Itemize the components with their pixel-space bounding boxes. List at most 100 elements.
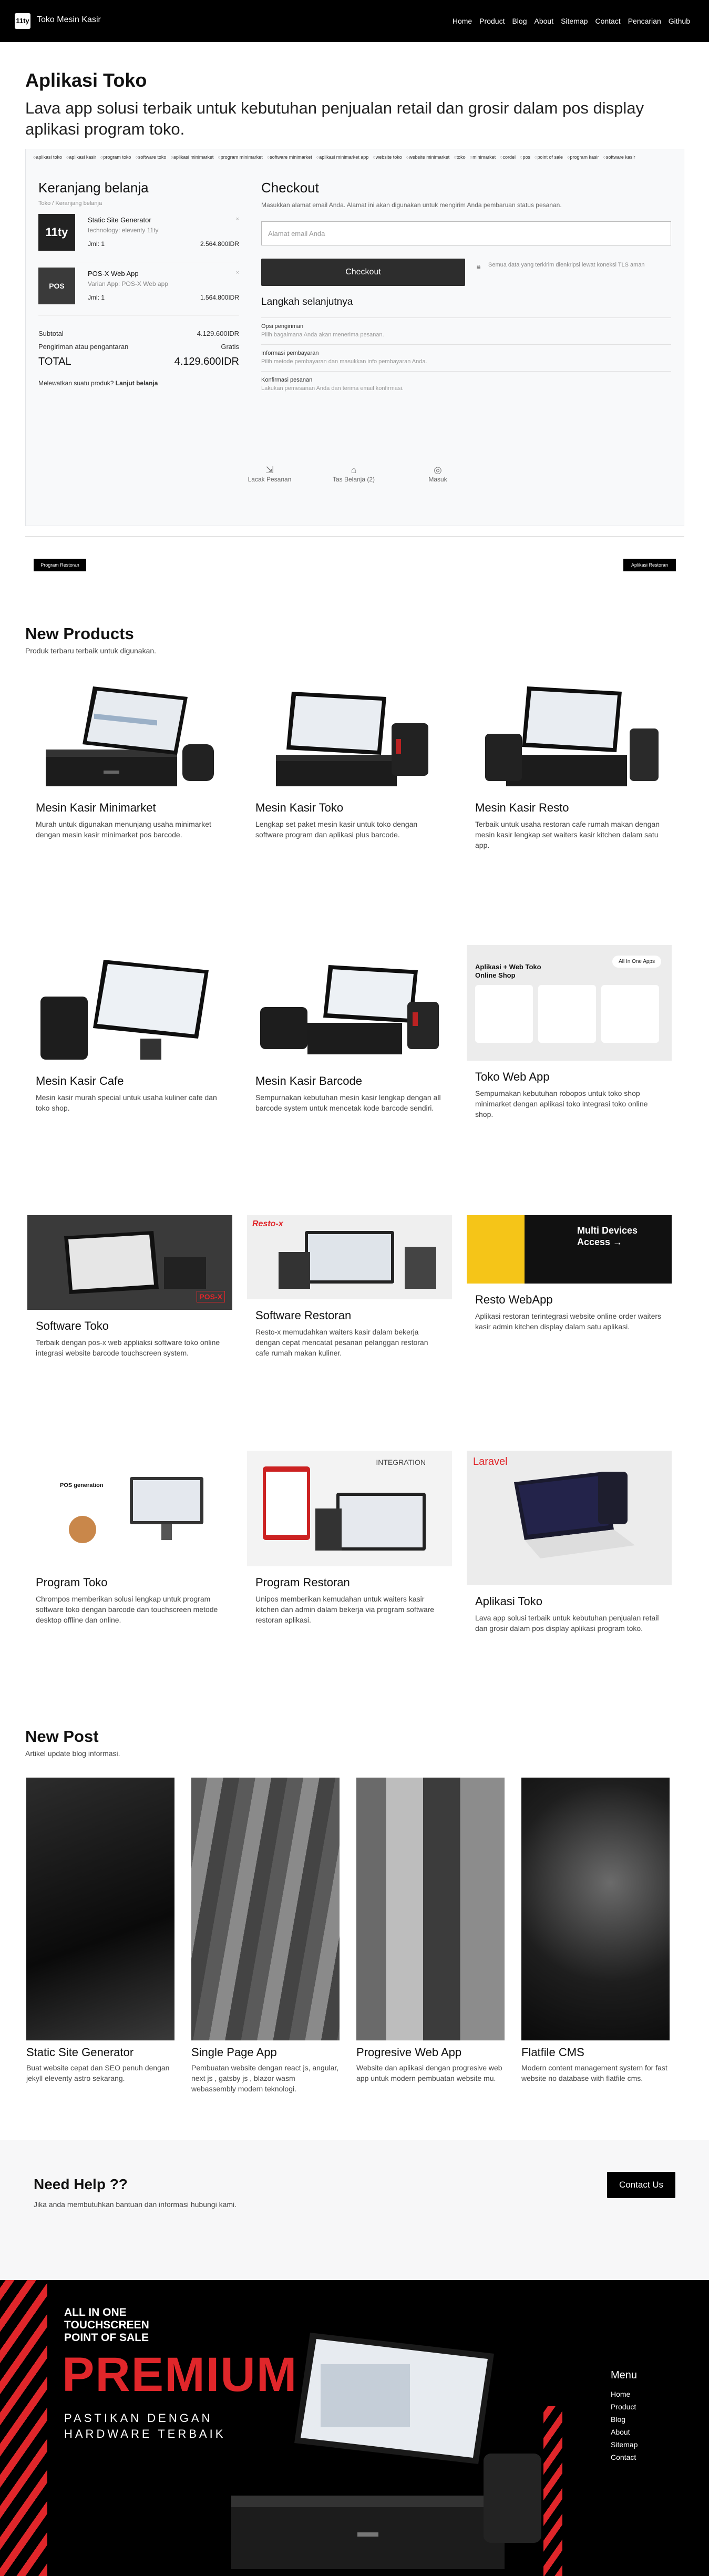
- tag[interactable]: program toko: [100, 155, 131, 160]
- product-name[interactable]: Software Toko: [36, 1319, 224, 1333]
- checkout-description: Masukkan alamat email Anda. Alamat ini a…: [261, 201, 562, 209]
- contact-us-button[interactable]: Contact Us: [607, 2172, 675, 2198]
- product-image[interactable]: [247, 676, 452, 792]
- product-name[interactable]: Mesin Kasir Resto: [475, 801, 663, 815]
- product-name[interactable]: Toko Web App: [475, 1070, 663, 1084]
- post-card[interactable]: Static Site Generator Buat website cepat…: [26, 1778, 174, 2084]
- login-link[interactable]: ◎ Masuk: [401, 465, 475, 483]
- nav-home[interactable]: Home: [453, 17, 472, 25]
- post-card[interactable]: Progresive Web App Website dan aplikasi …: [356, 1778, 505, 2084]
- nav-blog[interactable]: Blog: [512, 17, 527, 25]
- product-image[interactable]: POS generation: [27, 1451, 232, 1566]
- shopping-bag-link[interactable]: ⌂ Tas Belanja (2): [317, 465, 391, 483]
- product-card[interactable]: Aplikasi + Web Toko Online Shop All In O…: [467, 945, 672, 1120]
- product-name[interactable]: Mesin Kasir Toko: [255, 801, 444, 815]
- product-thumbnail[interactable]: POS: [38, 268, 75, 304]
- product-image[interactable]: POS-X: [27, 1215, 232, 1310]
- product-name[interactable]: Mesin Kasir Cafe: [36, 1074, 224, 1088]
- tag[interactable]: website minimarket: [406, 155, 449, 160]
- footer-link-product[interactable]: Product: [611, 2400, 638, 2413]
- nav-github[interactable]: Github: [669, 17, 690, 25]
- tag[interactable]: program kasir: [567, 155, 599, 160]
- post-image[interactable]: [521, 1778, 670, 2040]
- nav-pencarian[interactable]: Pencarian: [628, 17, 661, 25]
- aplikasi-restoran-button[interactable]: Aplikasi Restoran: [623, 559, 676, 571]
- product-name[interactable]: Program Toko: [36, 1576, 224, 1589]
- site-logo[interactable]: 11ty: [15, 13, 30, 29]
- nav-sitemap[interactable]: Sitemap: [561, 17, 588, 25]
- product-image[interactable]: Resto-x: [247, 1215, 452, 1299]
- tag[interactable]: software kasir: [603, 155, 635, 160]
- remove-item-button[interactable]: ×: [236, 270, 239, 276]
- quantity-select[interactable]: Jml: 1: [88, 294, 105, 301]
- tag[interactable]: aplikasi minimarket app: [316, 155, 368, 160]
- tag[interactable]: pos: [520, 155, 531, 160]
- remove-item-button[interactable]: ×: [236, 216, 239, 222]
- tag[interactable]: website toko: [373, 155, 402, 160]
- footer-link-sitemap[interactable]: Sitemap: [611, 2438, 638, 2451]
- product-card[interactable]: Mesin Kasir Resto Terbaik untuk usaha re…: [467, 676, 672, 850]
- nav-contact[interactable]: Contact: [595, 17, 620, 25]
- post-image[interactable]: [191, 1778, 340, 2040]
- product-name[interactable]: Resto WebApp: [475, 1293, 663, 1307]
- product-name[interactable]: Program Restoran: [255, 1576, 444, 1589]
- product-card[interactable]: Mesin Kasir Cafe Mesin kasir murah speci…: [27, 949, 232, 1113]
- product-image[interactable]: [247, 949, 452, 1065]
- product-image[interactable]: Aplikasi + Web Toko Online Shop All In O…: [467, 945, 672, 1061]
- email-field[interactable]: Alamat email Anda: [261, 221, 671, 245]
- tag[interactable]: aplikasi kasir: [66, 155, 96, 160]
- tag[interactable]: program minimarket: [218, 155, 263, 160]
- product-card[interactable]: POS-X Software Toko Terbaik dengan pos-x…: [27, 1215, 232, 1358]
- post-card[interactable]: Single Page App Pembuatan website dengan…: [191, 1778, 340, 2094]
- track-order-link[interactable]: ⇲ Lacak Pesanan: [233, 465, 306, 483]
- cart-item-name[interactable]: Static Site Generator: [88, 216, 151, 224]
- product-name[interactable]: Mesin Kasir Barcode: [255, 1074, 444, 1088]
- footer-link-home[interactable]: Home: [611, 2388, 638, 2400]
- product-card[interactable]: Mesin Kasir Barcode Sempurnakan kebutuha…: [247, 949, 452, 1113]
- footer-link-blog[interactable]: Blog: [611, 2413, 638, 2426]
- breadcrumb[interactable]: Toko / Keranjang belanja: [38, 200, 239, 207]
- product-image[interactable]: Multi Devices Access →: [467, 1215, 672, 1284]
- footer-link-contact[interactable]: Contact: [611, 2451, 638, 2464]
- program-restoran-button[interactable]: Program Restoran: [34, 559, 86, 571]
- product-image[interactable]: Laravel: [467, 1451, 672, 1585]
- tag[interactable]: minimarket: [470, 155, 496, 160]
- tag[interactable]: aplikasi toko: [33, 155, 62, 160]
- post-title[interactable]: Static Site Generator: [26, 2046, 174, 2059]
- product-name[interactable]: Aplikasi Toko: [475, 1595, 663, 1608]
- product-image[interactable]: INTEGRATION: [247, 1451, 452, 1566]
- tag[interactable]: point of sale: [535, 155, 563, 160]
- post-title[interactable]: Single Page App: [191, 2046, 340, 2059]
- product-name[interactable]: Mesin Kasir Minimarket: [36, 801, 224, 815]
- product-card[interactable]: Mesin Kasir Toko Lengkap set paket mesin…: [247, 676, 452, 840]
- site-brand[interactable]: Toko Mesin Kasir: [37, 15, 101, 25]
- product-image[interactable]: [27, 949, 232, 1065]
- product-name[interactable]: Software Restoran: [255, 1309, 444, 1322]
- product-card[interactable]: Mesin Kasir Minimarket Murah untuk digun…: [27, 676, 232, 840]
- post-image[interactable]: [26, 1778, 174, 2040]
- quantity-select[interactable]: Jml: 1: [88, 240, 105, 248]
- tag[interactable]: cordel: [500, 155, 516, 160]
- post-card[interactable]: Flatfile CMS Modern content management s…: [521, 1778, 670, 2084]
- product-card[interactable]: INTEGRATION Program Restoran Unipos memb…: [247, 1451, 452, 1625]
- footer-link-about[interactable]: About: [611, 2426, 638, 2438]
- tag[interactable]: aplikasi minimarket: [170, 155, 214, 160]
- product-card[interactable]: Resto-x Software Restoran Resto-x memuda…: [247, 1215, 452, 1358]
- cart-item-name[interactable]: POS-X Web App: [88, 270, 139, 278]
- tag[interactable]: software minimarket: [267, 155, 312, 160]
- post-title[interactable]: Progresive Web App: [356, 2046, 505, 2059]
- post-title[interactable]: Flatfile CMS: [521, 2046, 670, 2059]
- product-card[interactable]: Laravel Aplikasi Toko Lava app solusi te…: [467, 1451, 672, 1634]
- nav-product[interactable]: Product: [479, 17, 505, 25]
- tag[interactable]: software toko: [135, 155, 167, 160]
- product-image[interactable]: [467, 676, 672, 792]
- product-card[interactable]: POS generation Program Toko Chrompos mem…: [27, 1451, 232, 1625]
- post-image[interactable]: [356, 1778, 505, 2040]
- nav-about[interactable]: About: [535, 17, 554, 25]
- product-image[interactable]: [27, 676, 232, 792]
- checkout-button[interactable]: Checkout: [261, 259, 465, 286]
- continue-shopping-link[interactable]: Lanjut belanja: [116, 379, 158, 387]
- tag[interactable]: toko: [454, 155, 466, 160]
- product-thumbnail[interactable]: 11ty: [38, 214, 75, 251]
- product-card[interactable]: Multi Devices Access → Resto WebApp Apli…: [467, 1215, 672, 1332]
